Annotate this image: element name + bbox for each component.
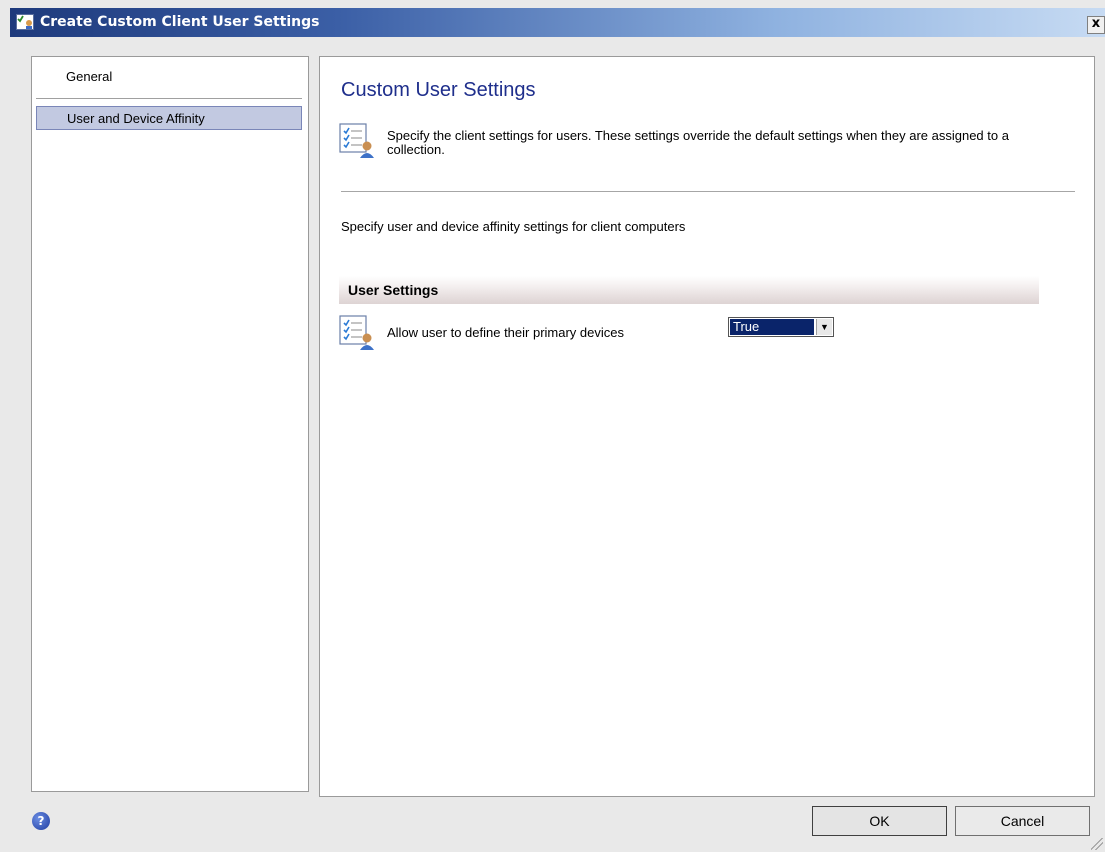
cancel-button[interactable]: Cancel: [955, 806, 1090, 836]
nav-item-general[interactable]: General: [36, 65, 302, 89]
client-settings-icon: [339, 123, 374, 158]
help-icon[interactable]: ?: [32, 812, 50, 830]
dialog-window: Create Custom Client User Settings x Gen…: [0, 0, 1105, 852]
nav-item-user-and-device-affinity[interactable]: User and Device Affinity: [36, 106, 302, 130]
setting-icon: [339, 315, 374, 350]
page-title: Custom User Settings: [341, 79, 536, 101]
chevron-down-icon[interactable]: ▼: [816, 319, 832, 335]
ok-button[interactable]: OK: [812, 806, 947, 836]
group-header-user-settings: User Settings: [339, 276, 1039, 304]
content-panel: Custom User Settings Specify the client …: [319, 56, 1095, 797]
settings-checklist-icon: [16, 14, 34, 30]
resize-grip-icon[interactable]: [1091, 838, 1103, 850]
divider: [341, 191, 1075, 192]
dropdown-selected-value[interactable]: True: [730, 319, 814, 335]
setting-label-primary-devices: Allow user to define their primary devic…: [387, 325, 624, 340]
primary-devices-dropdown[interactable]: True ▼: [728, 317, 834, 337]
nav-divider: [36, 98, 302, 99]
window-title: Create Custom Client User Settings: [40, 14, 320, 30]
section-description: Specify user and device affinity setting…: [341, 219, 686, 234]
navigation-panel: General User and Device Affinity: [31, 56, 309, 792]
title-bar[interactable]: Create Custom Client User Settings x: [10, 8, 1105, 37]
header-description: Specify the client settings for users. T…: [387, 128, 1009, 157]
close-button[interactable]: x: [1087, 16, 1105, 34]
